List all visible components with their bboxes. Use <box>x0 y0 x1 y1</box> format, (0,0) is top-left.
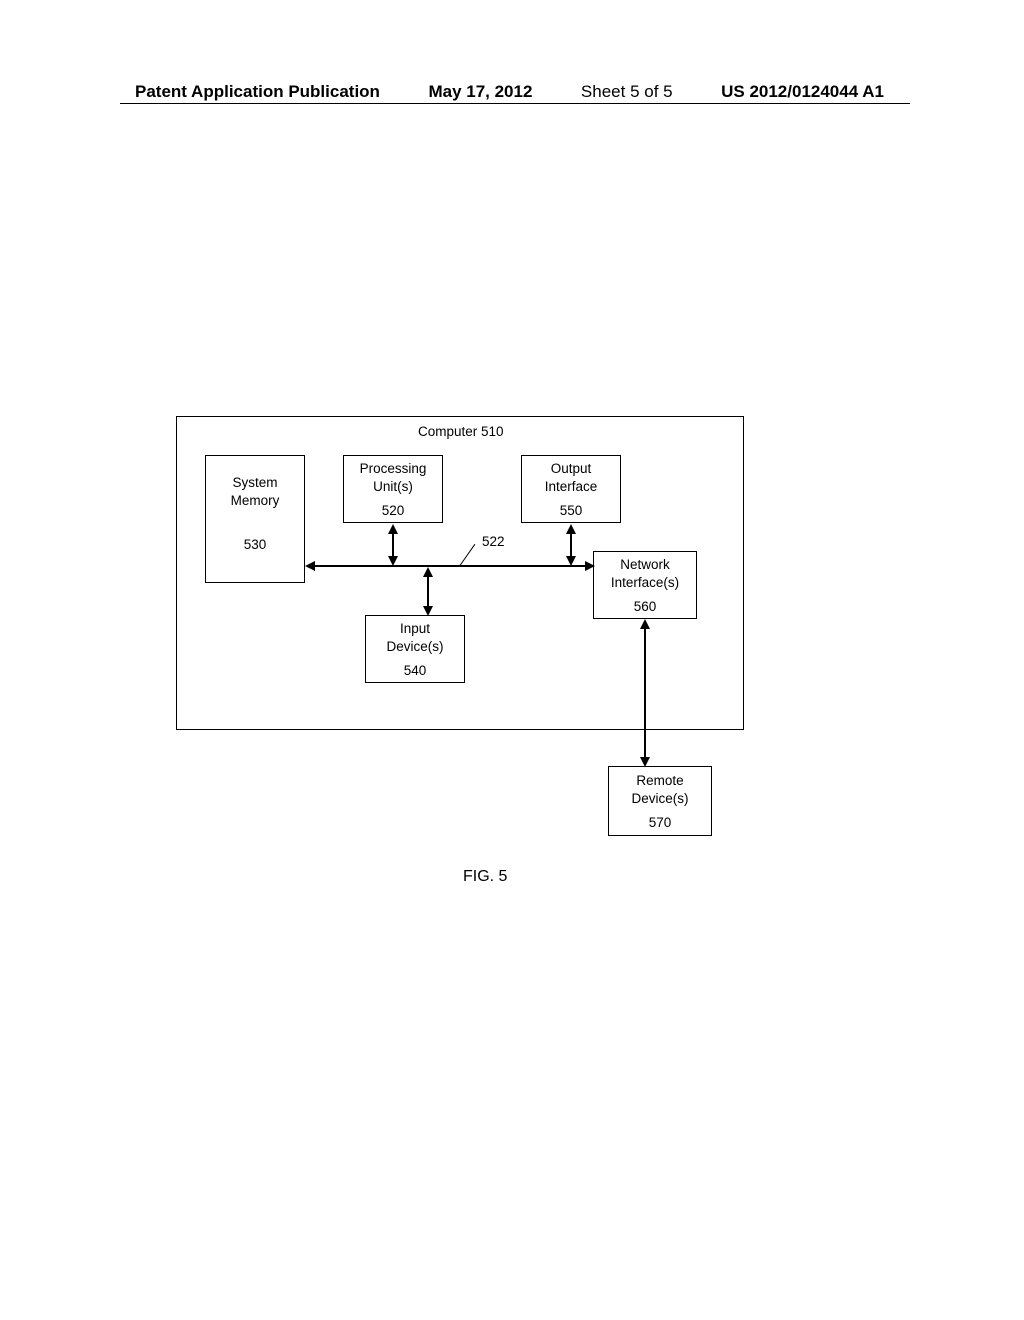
input-devices-block: Input Device(s) 540 <box>365 615 465 683</box>
figure-caption: FIG. 5 <box>463 868 507 886</box>
computer-label: Computer 510 <box>418 424 504 439</box>
bus-arrow-left <box>305 561 315 571</box>
processing-line2: Unit(s) <box>373 478 413 496</box>
network-remote-arrow-down <box>640 757 650 767</box>
remote-line1: Remote <box>636 772 683 790</box>
network-line1: Network <box>620 556 670 574</box>
input-line2: Device(s) <box>386 638 443 656</box>
processing-unit-block: Processing Unit(s) 520 <box>343 455 443 523</box>
output-bus-arrow-up <box>566 524 576 534</box>
output-bus-arrow-down <box>566 556 576 566</box>
network-remote-arrow-up <box>640 619 650 629</box>
input-ref: 540 <box>404 662 427 680</box>
input-bus-link <box>427 575 429 608</box>
system-memory-line1: System <box>232 474 277 492</box>
network-interfaces-block: Network Interface(s) 560 <box>593 551 697 619</box>
output-bus-link <box>570 530 572 558</box>
output-line2: Interface <box>545 478 598 496</box>
network-line2: Interface(s) <box>611 574 679 592</box>
processing-ref: 520 <box>382 502 405 520</box>
output-line1: Output <box>551 460 592 478</box>
remote-devices-block: Remote Device(s) 570 <box>608 766 712 836</box>
bus-ref-label: 522 <box>482 534 505 549</box>
processing-bus-arrow-up <box>388 524 398 534</box>
network-remote-link <box>644 626 646 759</box>
diagram-canvas: Computer 510 System Memory 530 Processin… <box>0 0 1024 1320</box>
remote-ref: 570 <box>649 814 672 832</box>
system-memory-block: System Memory 530 <box>205 455 305 583</box>
processing-bus-link <box>392 530 394 558</box>
network-ref: 560 <box>634 598 657 616</box>
system-memory-ref: 530 <box>244 536 267 554</box>
output-interface-block: Output Interface 550 <box>521 455 621 523</box>
output-ref: 550 <box>560 502 583 520</box>
bus-arrow-right <box>585 561 595 571</box>
processing-bus-arrow-down <box>388 556 398 566</box>
input-line1: Input <box>400 620 430 638</box>
remote-line2: Device(s) <box>631 790 688 808</box>
processing-line1: Processing <box>360 460 427 478</box>
input-bus-arrow-down <box>423 606 433 616</box>
input-bus-arrow-up <box>423 567 433 577</box>
system-memory-line2: Memory <box>231 492 280 510</box>
bus-line <box>312 565 587 567</box>
